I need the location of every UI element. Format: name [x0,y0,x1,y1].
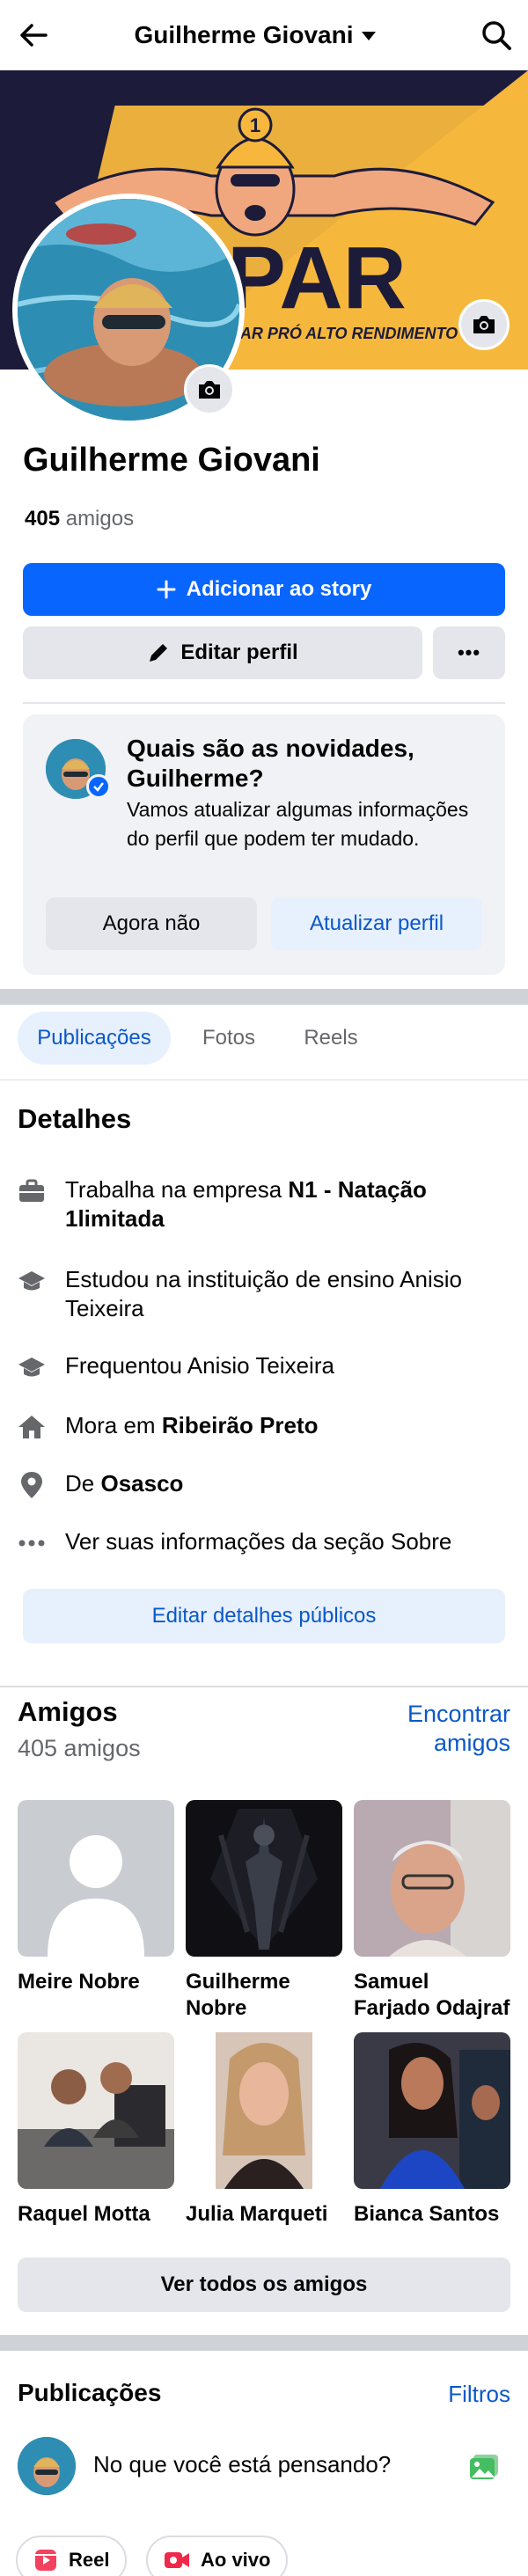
friend-name: Meire Nobre [18,1970,140,1994]
more-icon: ••• [457,641,481,663]
friends-word: amigos [65,507,135,531]
posts-title: Publicações [18,2379,162,2406]
home-icon [18,1413,46,1441]
chevron-down-icon [362,32,377,40]
cover-tagline: NAR PRÓ ALTO RENDIMENTO [229,324,458,342]
friend-photo [354,1800,510,1957]
search-icon[interactable] [479,18,514,53]
composer-input[interactable]: No que você está pensando? [93,2451,391,2478]
detail-lives: Mora em Ribeirão Preto [18,1411,510,1441]
filters-link[interactable]: Filtros [448,2381,510,2408]
add-to-story-button[interactable]: Adicionar ao story [23,563,505,616]
studied-text: Estudou na instituição de ensino Anisio … [65,1266,462,1321]
about-text: Ver suas informações da seção Sobre [65,1528,452,1555]
cover-camera-button[interactable] [458,299,510,350]
live-chip[interactable]: Ao vivo [146,2536,289,2576]
location-pin-icon [18,1471,46,1499]
edit-public-details-button[interactable]: Editar detalhes públicos [23,1589,505,1643]
more-dots-icon [18,1529,46,1557]
divider [23,702,505,704]
from-city: Osasco [100,1470,184,1497]
tab-fotos[interactable]: Fotos [185,1012,273,1065]
friend-name: Julia Marqueti [186,2202,328,2226]
back-arrow-icon[interactable] [16,18,51,53]
detail-studied: Estudou na instituição de ensino Anisio … [18,1265,510,1323]
graduation-cap-icon [18,1353,46,1381]
detail-about-link[interactable]: Ver suas informações da seção Sobre [18,1527,510,1557]
friend-photo [186,2032,342,2189]
more-options-button[interactable]: ••• [433,626,505,679]
work-prefix: Trabalha na empresa [65,1176,289,1203]
friend-card[interactable]: Guilherme Nobre [186,1800,342,2022]
profile-update-card: Quais são as novidades, Guilherme? Vamos… [23,714,505,975]
friend-card[interactable]: Meire Nobre [18,1800,174,1995]
plus-icon [157,580,176,599]
header-title: Guilherme Giovani [134,21,354,48]
live-label: Ao vivo [201,2549,271,2571]
profile-switcher[interactable]: Guilherme Giovani [132,19,378,51]
camera-icon [199,381,220,399]
detail-from: De Osasco [18,1469,510,1499]
divider [0,1686,528,1687]
verified-badge-icon [86,774,111,799]
briefcase-icon [18,1177,46,1205]
not-now-button[interactable]: Agora não [46,897,257,950]
profile-tabs: Publicações Fotos Reels [0,1003,528,1080]
edit-profile-button[interactable]: Editar perfil [23,626,422,679]
attended-text: Frequentou Anisio Teixeira [65,1352,334,1379]
from-prefix: De [65,1470,101,1497]
card-title: Quais são as novidades, Guilherme? [127,735,414,792]
lives-prefix: Mora em [65,1412,162,1438]
pencil-icon [150,644,168,662]
composer-avatar[interactable] [18,2437,76,2495]
friend-name: Samuel Farjado Odajraf [354,1970,510,2020]
lives-city: Ribeirão Preto [161,1412,319,1438]
friend-photo [18,2032,174,2189]
update-profile-button[interactable]: Atualizar perfil [271,897,482,950]
section-separator [0,2335,528,2351]
friend-card[interactable]: Samuel Farjado Odajraf [354,1800,510,2022]
reel-label: Reel [69,2549,110,2571]
friend-card[interactable]: Raquel Motta [18,2032,174,2228]
details-title: Detalhes [18,1103,132,1134]
friends-total: 405 amigos [18,1735,141,1761]
detail-work: Trabalha na empresa N1 - Natação 1limita… [18,1175,510,1233]
add-story-label: Adicionar ao story [186,577,372,601]
reel-icon [35,2550,56,2571]
friend-photo-placeholder [18,1800,174,1957]
profile-name: Guilherme Giovani [23,442,320,479]
friends-number: 405 [25,507,61,531]
graduation-cap-icon [18,1267,46,1295]
friend-name: Raquel Motta [18,2202,150,2226]
edit-profile-label: Editar perfil [180,640,298,664]
friend-name: Guilherme Nobre [186,1970,290,2020]
see-all-friends-button[interactable]: Ver todos os amigos [18,2258,510,2312]
friend-card[interactable]: Bianca Santos [354,2032,510,2228]
tab-publicacoes[interactable]: Publicações [18,1012,171,1065]
cover-brand-text: PAR [227,229,407,327]
friend-photo [354,2032,510,2189]
find-friends-link[interactable]: Encontrar amigos [370,1700,510,1758]
friends-title: Amigos [18,1696,118,1727]
friend-photo [186,1800,342,1957]
card-description: Vamos atualizar algumas informações do p… [127,798,469,850]
camera-icon [473,316,495,333]
friends-count[interactable]: 405 amigos [25,507,134,531]
reel-chip[interactable]: Reel [16,2536,128,2576]
live-video-icon [165,2552,189,2568]
friend-card[interactable]: Julia Marqueti [186,2032,342,2228]
top-bar: Guilherme Giovani [0,0,528,70]
tab-reels[interactable]: Reels [287,1012,375,1065]
profile-camera-button[interactable] [184,364,235,415]
detail-attended: Frequentou Anisio Teixeira [18,1351,510,1381]
friend-name: Bianca Santos [354,2202,500,2226]
cover-badge-number: 1 [250,114,260,136]
photo-icon[interactable] [468,2453,500,2481]
